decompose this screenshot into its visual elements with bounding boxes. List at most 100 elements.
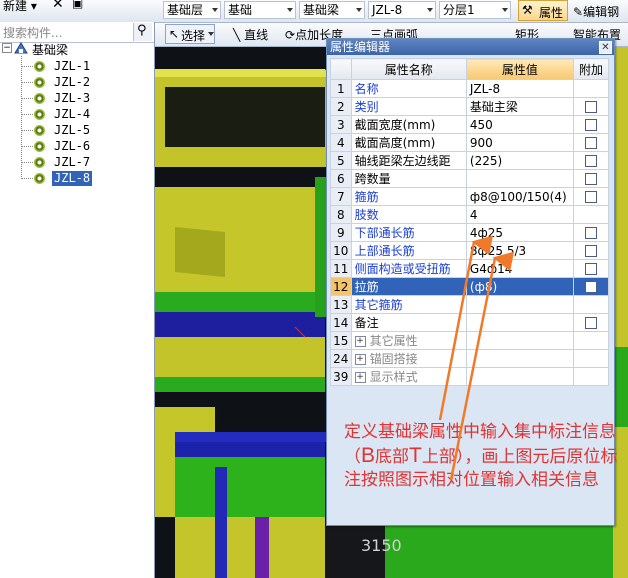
tree-root-label[interactable]: 基础梁	[32, 41, 68, 58]
tree-item[interactable]: JZL-7	[52, 155, 92, 170]
property-row[interactable]: 8 肢数 4	[330, 205, 610, 224]
row-number: 39	[330, 367, 352, 386]
property-value[interactable]: (225)	[465, 151, 574, 170]
extra-checkbox[interactable]	[584, 281, 597, 293]
property-row[interactable]: 2 类别 基础主梁	[330, 97, 610, 116]
type-select[interactable]: 基础梁	[299, 1, 365, 19]
property-row[interactable]: 1 名称 JZL-8	[330, 79, 610, 98]
search-box[interactable]: 搜索构件... ⚲	[0, 22, 154, 43]
property-name: 截面高度(mm)	[350, 133, 467, 152]
property-value[interactable]	[465, 295, 574, 314]
close-icon[interactable]: ✕	[599, 41, 612, 54]
property-row[interactable]: 39 + 显示样式	[330, 367, 610, 386]
property-value[interactable]: 450	[465, 115, 574, 134]
property-value[interactable]: ф8@100/150(4)	[465, 187, 574, 206]
property-value[interactable]: 4ф25	[465, 223, 574, 242]
property-value[interactable]	[465, 169, 574, 188]
collapse-icon[interactable]: −	[2, 43, 12, 53]
extra-cell	[572, 313, 610, 332]
extra-checkbox[interactable]	[584, 245, 597, 257]
property-grid: 属性名称 属性值 附加 1 名称 JZL-8 2 类别 基础主梁 3 截面宽度(mm) 450 4…	[330, 58, 610, 386]
property-name: + 显示样式	[350, 367, 467, 386]
tree-item[interactable]: JZL-6	[52, 139, 92, 154]
property-value[interactable]: 基础主梁	[465, 97, 574, 116]
property-value[interactable]	[465, 349, 574, 368]
gear-icon	[34, 125, 45, 136]
extra-checkbox[interactable]	[584, 101, 597, 113]
sublayer-select[interactable]: 分层1	[439, 1, 511, 19]
line-icon: ╲	[233, 28, 241, 42]
extra-cell	[572, 133, 610, 152]
property-row[interactable]: 10 上部通长筋 8ф25 5/3	[330, 241, 610, 260]
extra-checkbox[interactable]	[584, 173, 597, 185]
line-button[interactable]: ╲ 直线	[233, 26, 268, 43]
property-name: 拉筋	[350, 277, 467, 296]
property-row[interactable]: 7 箍筋 ф8@100/150(4)	[330, 187, 610, 206]
property-row[interactable]: 9 下部通长筋 4ф25	[330, 223, 610, 242]
property-name: 跨数量	[350, 169, 467, 188]
expand-icon[interactable]: +	[354, 372, 366, 383]
property-row[interactable]: 15 + 其它属性	[330, 331, 610, 350]
property-value[interactable]: 4	[465, 205, 574, 224]
dialog-title-bar[interactable]: 属性编辑器 ✕	[327, 39, 614, 55]
tree-connector	[21, 130, 33, 131]
extra-checkbox[interactable]	[584, 263, 597, 275]
property-row[interactable]: 12 拉筋 (ф8)	[330, 277, 610, 296]
delete-icon[interactable]: ✕	[52, 0, 64, 12]
property-row[interactable]: 3 截面宽度(mm) 450	[330, 115, 610, 134]
component-select[interactable]: JZL-8	[368, 1, 436, 19]
property-row[interactable]: 4 截面高度(mm) 900	[330, 133, 610, 152]
extra-checkbox[interactable]	[584, 317, 597, 329]
tree-item[interactable]: JZL-4	[52, 107, 92, 122]
property-value[interactable]: 8ф25 5/3	[465, 241, 574, 260]
row-number: 13	[330, 295, 352, 314]
row-number: 10	[330, 241, 352, 260]
gear-icon	[34, 93, 45, 104]
extra-checkbox[interactable]	[584, 137, 597, 149]
property-name-label: 拉筋	[354, 280, 379, 294]
new-button[interactable]: 新建 ▾	[3, 0, 37, 14]
tree-item[interactable]: JZL-8	[52, 171, 93, 186]
expand-icon[interactable]: +	[354, 354, 366, 365]
edit-rebar-button[interactable]: ✎编辑钢	[573, 3, 619, 20]
property-name-label: 其它箍筋	[354, 298, 403, 312]
floor-select[interactable]: 基础层	[163, 1, 221, 19]
property-value[interactable]: (ф8)	[465, 277, 574, 296]
property-value[interactable]: 900	[465, 133, 574, 152]
property-row[interactable]: 11 侧面构造或受扭筋 G4ф14	[330, 259, 610, 278]
property-row[interactable]: 24 + 锚固搭接	[330, 349, 610, 368]
property-value[interactable]: JZL-8	[465, 79, 574, 98]
tree-item[interactable]: JZL-2	[52, 75, 92, 90]
category-select[interactable]: 基础	[224, 1, 296, 19]
property-row[interactable]: 14 备注	[330, 313, 610, 332]
extra-checkbox[interactable]	[584, 227, 597, 239]
extra-cell	[572, 331, 610, 350]
property-name: 轴线距梁左边线距	[350, 151, 467, 170]
tree-item[interactable]: JZL-1	[52, 59, 92, 74]
property-row[interactable]: 13 其它箍筋	[330, 295, 610, 314]
extra-checkbox[interactable]	[584, 119, 597, 131]
select-button[interactable]: ↖ 选择	[165, 24, 215, 44]
search-input[interactable]: 搜索构件...	[3, 24, 62, 41]
properties-button[interactable]: ⚒ 属性	[518, 0, 568, 21]
annotation-part: B	[361, 444, 376, 467]
property-name: 箍筋	[350, 187, 467, 206]
property-row[interactable]: 5 轴线距梁左边线距 (225)	[330, 151, 610, 170]
tree-item[interactable]: JZL-3	[52, 91, 92, 106]
expand-icon[interactable]: +	[354, 336, 366, 347]
property-value[interactable]	[465, 331, 574, 350]
property-value[interactable]	[465, 367, 574, 386]
extra-checkbox[interactable]	[584, 191, 597, 203]
copy-icon[interactable]: ▣	[72, 0, 83, 10]
property-name-label: 类别	[354, 100, 379, 114]
property-name: 类别	[350, 97, 467, 116]
property-name: 下部通长筋	[350, 223, 467, 242]
property-value[interactable]: G4ф14	[465, 259, 574, 278]
extra-checkbox[interactable]	[584, 155, 597, 167]
search-icon[interactable]: ⚲	[133, 23, 152, 41]
extra-cell	[572, 115, 610, 134]
property-value[interactable]	[465, 313, 574, 332]
tree-item[interactable]: JZL-5	[52, 123, 92, 138]
property-row[interactable]: 6 跨数量	[330, 169, 610, 188]
gear-icon	[34, 141, 45, 152]
